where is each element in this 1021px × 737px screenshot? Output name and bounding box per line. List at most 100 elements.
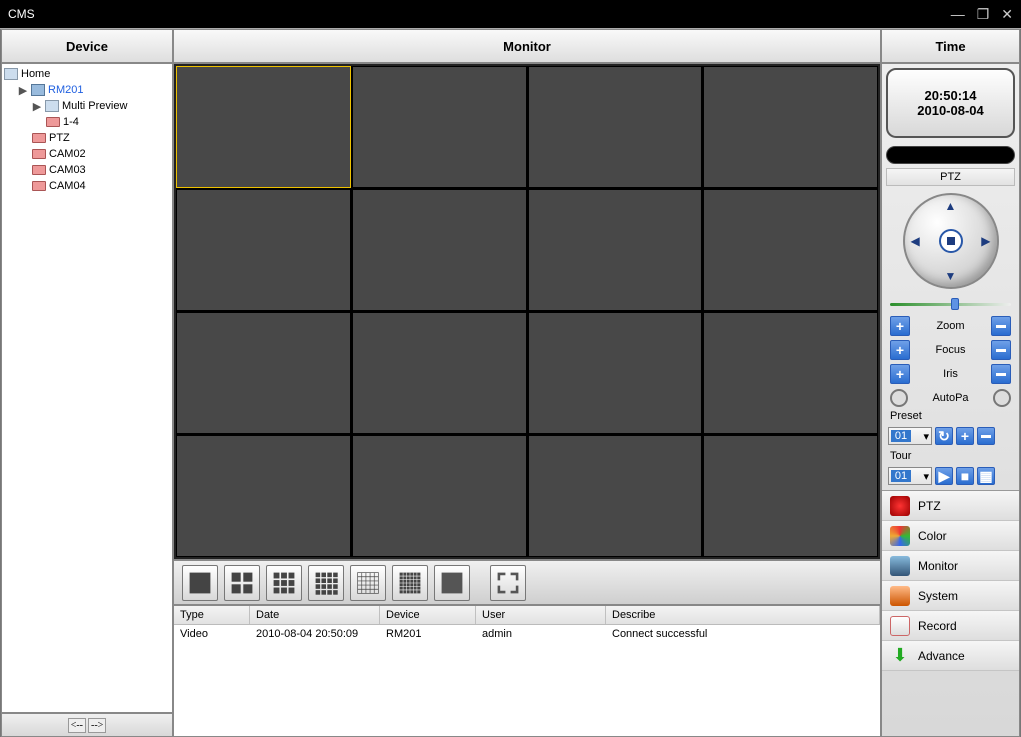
- video-cell-6[interactable]: [352, 189, 527, 311]
- zoom-in-button[interactable]: +: [890, 316, 910, 336]
- menu-record[interactable]: Record: [882, 611, 1019, 641]
- video-cell-4[interactable]: [703, 66, 878, 188]
- zoom-label: Zoom: [936, 320, 964, 332]
- log-body[interactable]: Video 2010-08-04 20:50:09 RM201 admin Co…: [174, 625, 880, 736]
- layout-64-button[interactable]: [434, 565, 470, 601]
- menu-ptz[interactable]: PTZ: [882, 491, 1019, 521]
- record-icon: [890, 616, 910, 636]
- focus-out-button[interactable]: [991, 340, 1011, 360]
- layout-toolbar: [173, 560, 881, 605]
- device-tree: Home ▶ RM201 ▶ Multi Preview 1-4 PTZ: [1, 63, 173, 713]
- tree-cam03[interactable]: CAM03: [32, 162, 170, 178]
- preset-combo[interactable]: 01▾: [888, 427, 932, 445]
- log-col-user[interactable]: User: [476, 606, 606, 624]
- layout-36-button[interactable]: [392, 565, 428, 601]
- nav-prev-button[interactable]: <--: [68, 718, 86, 733]
- ptz-down-button[interactable]: ▼: [945, 269, 957, 283]
- iris-open-button[interactable]: +: [890, 364, 910, 384]
- menu-system[interactable]: System: [882, 581, 1019, 611]
- log-col-type[interactable]: Type: [174, 606, 250, 624]
- preset-add-button[interactable]: +: [956, 427, 974, 445]
- layout-16-button[interactable]: [308, 565, 344, 601]
- ptz-left-button[interactable]: ◀: [911, 234, 920, 248]
- preset-label: Preset: [882, 410, 1019, 426]
- nav-next-button[interactable]: -->: [88, 718, 106, 733]
- ptz-speed-slider[interactable]: [890, 300, 1011, 308]
- log-header: Type Date Device User Describe: [174, 606, 880, 625]
- iris-label: Iris: [943, 368, 958, 380]
- video-cell-9[interactable]: [176, 312, 351, 434]
- log-col-date[interactable]: Date: [250, 606, 380, 624]
- ptz-section-label: PTZ: [886, 168, 1015, 186]
- system-icon: [890, 586, 910, 606]
- video-cell-14[interactable]: [352, 435, 527, 557]
- ptz-icon: [890, 496, 910, 516]
- video-cell-1[interactable]: [176, 66, 351, 188]
- ptz-right-button[interactable]: ▶: [981, 234, 990, 248]
- autopan-right-button[interactable]: [993, 389, 1011, 407]
- monitor-header: Monitor: [173, 29, 881, 63]
- video-cell-8[interactable]: [703, 189, 878, 311]
- video-grid: [176, 66, 878, 557]
- nav-bar: <-- -->: [1, 713, 173, 737]
- iris-close-button[interactable]: [991, 364, 1011, 384]
- video-cell-16[interactable]: [703, 435, 878, 557]
- video-cell-3[interactable]: [528, 66, 703, 188]
- video-cell-11[interactable]: [528, 312, 703, 434]
- close-button[interactable]: ✕: [1001, 6, 1013, 23]
- clock-display: 20:50:14 2010-08-04: [886, 68, 1015, 138]
- tour-combo[interactable]: 01▾: [888, 467, 932, 485]
- tree-cam02[interactable]: CAM02: [32, 146, 170, 162]
- focus-in-button[interactable]: +: [890, 340, 910, 360]
- video-cell-7[interactable]: [528, 189, 703, 311]
- menu-color[interactable]: Color: [882, 521, 1019, 551]
- tree-range-1-4[interactable]: 1-4: [46, 114, 170, 130]
- camera-icon: [32, 133, 46, 143]
- tree-ptz[interactable]: PTZ: [32, 130, 170, 146]
- home-icon: [4, 68, 18, 80]
- layout-1-button[interactable]: [182, 565, 218, 601]
- video-cell-13[interactable]: [176, 435, 351, 557]
- color-icon: [890, 526, 910, 546]
- tree-device-rm201[interactable]: ▶ RM201: [18, 82, 170, 98]
- tour-play-button[interactable]: ▶: [935, 467, 953, 485]
- video-cell-15[interactable]: [528, 435, 703, 557]
- right-menu: PTZ Color Monitor System Record ⬇ Advanc…: [882, 490, 1019, 671]
- log-col-describe[interactable]: Describe: [606, 606, 880, 624]
- log-area: Type Date Device User Describe Video 201…: [173, 605, 881, 737]
- video-cell-2[interactable]: [352, 66, 527, 188]
- tree-root[interactable]: Home: [4, 66, 170, 82]
- tour-stop-button[interactable]: ■: [956, 467, 974, 485]
- video-cell-10[interactable]: [352, 312, 527, 434]
- layout-9-button[interactable]: [266, 565, 302, 601]
- layout-25-button[interactable]: [350, 565, 386, 601]
- minimize-button[interactable]: —: [951, 6, 965, 23]
- folder-icon: [45, 100, 59, 112]
- tree-multi-preview[interactable]: ▶ Multi Preview: [32, 98, 170, 114]
- video-cell-5[interactable]: [176, 189, 351, 311]
- maximize-button[interactable]: ❐: [977, 6, 990, 23]
- tree-cam04[interactable]: CAM04: [32, 178, 170, 194]
- tour-edit-button[interactable]: ▦: [977, 467, 995, 485]
- autopan-left-button[interactable]: [890, 389, 908, 407]
- video-cell-12[interactable]: [703, 312, 878, 434]
- time-header: Time: [881, 29, 1020, 63]
- device-header: Device: [1, 29, 173, 63]
- camera-icon: [32, 181, 46, 191]
- layout-4-button[interactable]: [224, 565, 260, 601]
- expand-icon[interactable]: ▶: [32, 100, 42, 113]
- fullscreen-button[interactable]: [490, 565, 526, 601]
- status-bar: [886, 146, 1015, 164]
- camera-icon: [32, 165, 46, 175]
- menu-monitor[interactable]: Monitor: [882, 551, 1019, 581]
- menu-advance[interactable]: ⬇ Advance: [882, 641, 1019, 671]
- log-row[interactable]: Video 2010-08-04 20:50:09 RM201 admin Co…: [174, 625, 880, 642]
- expand-icon[interactable]: ▶: [18, 84, 28, 97]
- clock-date: 2010-08-04: [917, 103, 984, 118]
- preset-del-button[interactable]: [977, 427, 995, 445]
- ptz-up-button[interactable]: ▲: [945, 199, 957, 213]
- zoom-out-button[interactable]: [991, 316, 1011, 336]
- ptz-stop-button[interactable]: [939, 229, 963, 253]
- log-col-device[interactable]: Device: [380, 606, 476, 624]
- preset-goto-button[interactable]: ↻: [935, 427, 953, 445]
